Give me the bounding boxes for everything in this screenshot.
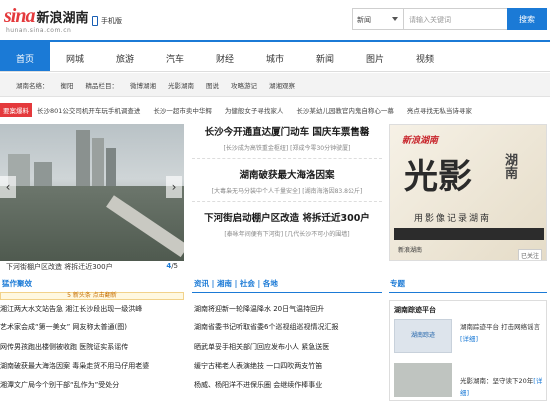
hot-item[interactable]: 长沙一超市卖中华鳄 <box>153 105 212 115</box>
refresh-bar[interactable]: 5 新头条 点击翻新 <box>0 292 184 300</box>
ad-side-text: 湖南 <box>502 153 517 179</box>
nav-item-news[interactable]: 新闻 <box>300 42 350 71</box>
subnav-item[interactable]: 攻略游记 <box>231 80 257 90</box>
ad-follow-button[interactable]: 已关注 <box>517 249 542 260</box>
subnav-label: 湖南名络： <box>16 81 49 90</box>
hot-item[interactable]: 长沙801公交司机开车玩手机调查进 <box>37 105 140 115</box>
ad-footer: 新浪湖南 <box>398 247 423 254</box>
building-shape <box>92 138 104 186</box>
list-item[interactable]: 湘江两大水文站告急 湘江长沙段出现一级洪峰 <box>0 304 184 314</box>
building-shape <box>76 130 90 186</box>
nav-item-finance[interactable]: 财经 <box>200 42 250 71</box>
headline-sub[interactable]: [大毒枭无马分装中个人千量安全] [湖南海洛因83.8公斤] <box>192 186 382 195</box>
chevron-left-icon[interactable]: ‹ <box>0 176 16 198</box>
divider <box>192 201 382 202</box>
nav-item-city-web[interactable]: 网城 <box>50 42 100 71</box>
section-underline <box>192 292 382 293</box>
logo-text: 新浪湖南 <box>36 11 89 26</box>
list-item[interactable]: 湘潭文广局今个别干部“乱作为”受处分 <box>0 380 184 390</box>
subnav-item[interactable]: 衡阳 <box>61 80 74 90</box>
divider <box>192 158 382 159</box>
hot-news-ticker: 要案爆料 长沙801公交司机开车玩手机调查进 长沙一超市卖中华鳄 为健般女子寻找… <box>0 101 550 119</box>
list-item[interactable]: 湖南破获最大海洛因案 毒枭走货不用马仔用老婆 <box>0 361 184 371</box>
list-item[interactable]: 网传男孩跑出楼侧被收跑 医院证实系谣传 <box>0 342 184 352</box>
section-title-left[interactable]: 猛作聚效 <box>2 278 32 289</box>
topic-text-1: 湖南踪迹平台 打击网络谣言 <box>460 323 541 331</box>
list-item[interactable]: 湖南省委书记听取省委6个巡视组巡视情况汇报 <box>194 322 382 332</box>
list-item[interactable]: 晒武单妥手相关部门回应发布小人 紧急送医 <box>194 342 382 352</box>
chevron-down-icon <box>392 17 398 21</box>
phone-icon <box>92 16 98 26</box>
headline-block: 长沙今开通直达厦门动车 国庆车票售罄 [长沙成为高铁重金枢纽] [郑成今零30分… <box>192 124 382 238</box>
filmstrip-shape <box>394 228 544 240</box>
subnav-item[interactable]: 光影湖南 <box>168 80 194 90</box>
headline-sub[interactable]: [泰咏年间便有下河街] [几代长沙不可小的围墙] <box>192 229 382 238</box>
headline-title[interactable]: 下河街启动棚户区改造 将拆迁近300户 <box>192 210 382 224</box>
sub-nav: 湖南名络： 衡阳 精品栏目： 微博湖湘 光影湖南 图说 攻略游记 湖湘观察 <box>0 73 550 97</box>
nav-item-travel[interactable]: 旅游 <box>100 42 150 71</box>
mobile-label: 手机版 <box>101 17 122 25</box>
ad-brand: 新浪湖南 <box>402 136 439 146</box>
subnav-item[interactable]: 图说 <box>206 80 219 90</box>
nav-item-auto[interactable]: 汽车 <box>150 42 200 71</box>
subnav-item[interactable]: 湖湘观察 <box>269 80 295 90</box>
ad-banner[interactable]: 新浪湖南 光影 湖南 用影像记录湖南 新浪湖南 已关注 <box>389 124 547 261</box>
ad-slogan: 用影像记录湖南 <box>414 214 492 224</box>
topic-image[interactable] <box>394 363 452 397</box>
list-item[interactable]: 湖南将迎新一轮降温降水 20日气温持回升 <box>194 304 382 314</box>
pager-total: /5 <box>171 262 178 270</box>
hot-item[interactable]: 为健般女子寻找家人 <box>225 105 284 115</box>
slideshow-caption-bar: 下河街棚户区改造 将拆迁近300户 4/5 <box>0 261 184 273</box>
section-underline <box>389 292 547 293</box>
top-bar: sina 新浪湖南 hunan.sina.com.cn 手机版 新闻 请输入关键词… <box>0 0 550 40</box>
topic-text-2: 光影湖南：坚守读下20年 <box>460 377 534 385</box>
logo-domain: hunan.sina.com.cn <box>6 27 72 34</box>
section-title-mid[interactable]: 资讯 | 湘南 | 社会 | 各地 <box>194 278 278 289</box>
topic-text[interactable]: 光影湖南：坚守读下20年[详细] <box>460 375 544 399</box>
search-bar: 新闻 请输入关键词 搜索 <box>352 8 547 30</box>
hot-tag: 要案爆料 <box>0 103 32 117</box>
logo-brand: sina <box>4 5 35 27</box>
ad-big-text: 光影 <box>404 157 472 197</box>
mobile-link[interactable]: 手机版 <box>92 16 122 26</box>
search-input[interactable]: 请输入关键词 <box>404 8 508 30</box>
building-shape <box>106 148 116 186</box>
hot-item[interactable]: 长沙某幼儿园教官内鬼自称心一慕 <box>296 105 394 115</box>
topic-text[interactable]: 湖南踪迹平台 打击网络谣言 [详细] <box>460 321 544 345</box>
subnav-item[interactable]: 微博湖湘 <box>130 80 156 90</box>
list-item[interactable]: 缓宁古稀老人表演绝技 一口四吹两支竹笛 <box>194 361 382 371</box>
nav-item-city[interactable]: 城市 <box>250 42 300 71</box>
slideshow-caption[interactable]: 下河街棚户区改造 将拆迁近300户 <box>6 263 113 271</box>
detail-link[interactable]: [详细] <box>460 335 478 343</box>
site-logo[interactable]: sina 新浪湖南 hunan.sina.com.cn <box>4 5 89 34</box>
search-category-value: 新闻 <box>357 16 371 24</box>
search-category-select[interactable]: 新闻 <box>352 8 404 30</box>
headline-title[interactable]: 湖南破获最大海洛因案 <box>192 167 382 181</box>
nav-item-home[interactable]: 首页 <box>0 42 50 71</box>
main-nav: 首页 网城 旅游 汽车 财经 城市 新闻 图片 视频 <box>0 40 550 72</box>
topic-title[interactable]: 湖南踪迹平台 <box>394 305 436 315</box>
nav-item-video[interactable]: 视频 <box>400 42 450 71</box>
chevron-right-icon[interactable]: › <box>166 176 182 198</box>
hot-item[interactable]: 亮点寻找无私当诗寻家 <box>407 105 472 115</box>
section-title-right[interactable]: 专题 <box>390 278 405 289</box>
headline-sub[interactable]: [长沙成为高铁重金枢纽] [郑成今零30分钟驶厦] <box>192 143 382 152</box>
search-button[interactable]: 搜索 <box>507 8 547 30</box>
headline-title[interactable]: 长沙今开通直达厦门动车 国庆车票售罄 <box>192 124 382 138</box>
topic-box: 湖南踪迹平台 湖南踪迹 湖南踪迹平台 打击网络谣言 [详细] 光影湖南：坚守读下2… <box>389 300 547 401</box>
slideshow-pager: 4/5 <box>166 262 178 270</box>
list-item[interactable]: 艺术家会成“第一美女” 网友称太普通(图) <box>0 322 184 332</box>
list-item[interactable]: 杨威、杨阳洋不进保乐圈 会继续作棒事业 <box>194 380 382 390</box>
nav-item-photos[interactable]: 图片 <box>350 42 400 71</box>
building-shape <box>34 162 52 186</box>
slideshow-image[interactable]: ‹ › <box>0 124 184 261</box>
subnav-item: 精品栏目： <box>85 81 119 90</box>
topic-image[interactable]: 湖南踪迹 <box>394 319 452 353</box>
